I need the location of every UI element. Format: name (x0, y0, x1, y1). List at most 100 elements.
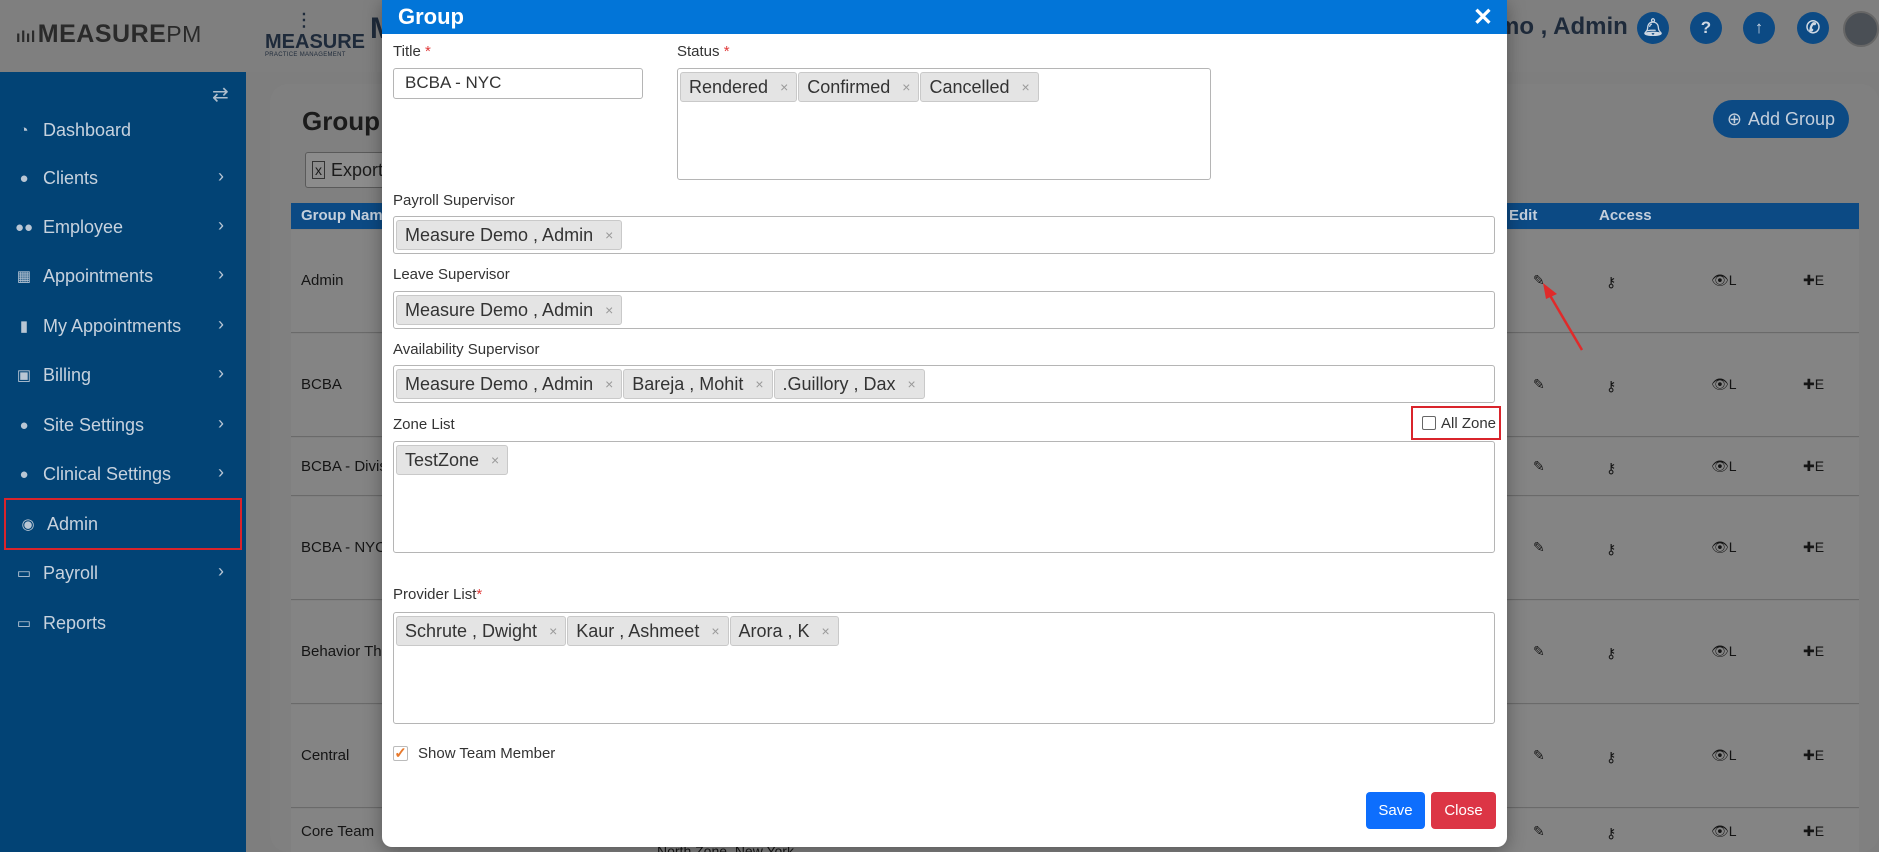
remove-tag-icon[interactable]: × (1022, 79, 1030, 95)
key-icon[interactable]: ⚷ (1606, 460, 1616, 477)
sidebar-item-dashboard[interactable]: ◔ Dashboard (0, 108, 246, 152)
remove-tag-icon[interactable]: × (549, 623, 557, 639)
availability-supervisor-multiselect[interactable]: Measure Demo , Admin × Bareja , Mohit × .Gui… (393, 365, 1495, 403)
remove-tag-icon[interactable]: × (491, 452, 499, 468)
key-icon[interactable]: ⚷ (1606, 378, 1616, 395)
leave-supervisor-multiselect[interactable]: Measure Demo , Admin × (393, 291, 1495, 329)
sidebar-item-clients[interactable]: ● Clients › (0, 156, 246, 200)
sidebar-item-appointments[interactable]: ▦ Appointments › (0, 254, 246, 298)
column-header-group-name[interactable]: Group Nam (301, 207, 383, 224)
remove-tag-icon[interactable]: × (822, 623, 830, 639)
payroll-supervisor-multiselect[interactable]: Measure Demo , Admin × (393, 216, 1495, 254)
money-icon: ▣ (16, 367, 32, 384)
pencil-icon[interactable]: ✎ (1533, 747, 1545, 764)
eye-icon[interactable]: 👁︎L (1711, 539, 1737, 556)
sidebar-item-employee[interactable]: ●● Employee › (0, 205, 246, 249)
book-icon: ▮ (19, 318, 29, 335)
remove-tag-icon[interactable]: × (605, 302, 613, 318)
remove-tag-icon[interactable]: × (755, 376, 763, 392)
status-multiselect[interactable]: Rendered × Confirmed × Cancelled × (677, 68, 1211, 180)
sidebar-item-clinical-settings[interactable]: ● Clinical Settings › (0, 452, 246, 496)
page-title: Group (302, 106, 380, 136)
remove-tag-icon[interactable]: × (711, 623, 719, 639)
avatar[interactable] (1843, 11, 1879, 47)
red-arrow-annotation (1543, 283, 1584, 351)
sidebar-item-reports[interactable]: ▭ Reports (0, 601, 246, 645)
sidebar-item-admin[interactable]: ◉ Admin (4, 498, 242, 550)
provider-list-label: Provider List* (393, 586, 483, 603)
payroll-supervisor-tag: Measure Demo , Admin × (396, 220, 623, 250)
key-icon[interactable]: ⚷ (1606, 825, 1616, 842)
sidebar-item-billing[interactable]: ▣ Billing › (0, 353, 246, 397)
eye-icon[interactable]: 👁︎L (1711, 376, 1737, 393)
measurepm-logo[interactable]: ılılMEASUREPM (16, 20, 202, 49)
plus-icon[interactable]: ✚E (1803, 643, 1824, 660)
checkbox-unchecked[interactable] (1422, 416, 1436, 430)
bell-icon[interactable]: 🔔︎ (1637, 12, 1669, 44)
user-name[interactable]: mo , Admin (1498, 13, 1628, 41)
pencil-icon[interactable]: ✎ (1533, 643, 1545, 660)
eye-icon[interactable]: 👁︎L (1711, 747, 1737, 764)
payroll-supervisor-label: Payroll Supervisor (393, 192, 515, 209)
phone-icon[interactable]: ✆ (1797, 12, 1829, 44)
close-button[interactable]: Close (1431, 792, 1496, 829)
sidebar-item-site-settings[interactable]: ● Site Settings › (0, 403, 246, 447)
eye-icon[interactable]: 👁︎L (1711, 272, 1737, 289)
sidebar-item-my-appointments[interactable]: ▮ My Appointments › (0, 304, 246, 348)
plus-icon[interactable]: ✚E (1803, 823, 1824, 840)
plus-icon[interactable]: ✚E (1803, 747, 1824, 764)
all-zone-checkbox[interactable]: All Zone (1411, 406, 1501, 440)
remove-tag-icon[interactable]: × (908, 376, 916, 392)
pencil-icon[interactable]: ✎ (1533, 458, 1545, 475)
status-tag: Cancelled × (920, 72, 1039, 102)
close-icon[interactable]: ✕ (1473, 3, 1493, 32)
plus-icon[interactable]: ✚E (1803, 272, 1824, 289)
pencil-icon[interactable]: ✎ (1533, 539, 1545, 556)
key-icon[interactable]: ⚷ (1606, 274, 1616, 291)
availability-supervisor-tag: Measure Demo , Admin × (396, 369, 623, 399)
credit-card-icon: ▭ (16, 615, 32, 632)
user-icon: ● (19, 416, 29, 434)
eye-icon[interactable]: 👁︎L (1711, 458, 1737, 475)
sidebar: ⇄ ◔ Dashboard ● Clients › ●● Employee › ▦ Appo… (0, 72, 246, 852)
plus-icon[interactable]: ✚E (1803, 458, 1824, 475)
key-icon[interactable]: ⚷ (1606, 645, 1616, 662)
sidebar-item-payroll[interactable]: ▭ Payroll › (0, 551, 246, 595)
status-tag: Rendered × (680, 72, 798, 102)
leave-supervisor-tag: Measure Demo , Admin × (396, 295, 623, 325)
remove-tag-icon[interactable]: × (780, 79, 788, 95)
title-input[interactable]: BCBA - NYC (393, 68, 643, 99)
user-icon: ● (19, 169, 29, 187)
provider-list-multiselect[interactable]: Schrute , Dwight × Kaur , Ashmeet × Arora , … (393, 612, 1495, 724)
column-header-edit: Edit (1509, 207, 1538, 224)
status-tag: Confirmed × (798, 72, 920, 102)
availability-supervisor-tag: Bareja , Mohit × (623, 369, 773, 399)
sidebar-toggle-icon[interactable]: ⇄ (212, 82, 229, 107)
chevron-right-icon: › (218, 166, 224, 186)
zone-list-multiselect[interactable]: TestZone × (393, 441, 1495, 553)
chevron-right-icon: › (218, 314, 224, 334)
eye-icon[interactable]: 👁︎L (1711, 823, 1737, 840)
remove-tag-icon[interactable]: × (902, 79, 910, 95)
chevron-right-icon: › (218, 215, 224, 235)
key-icon[interactable]: ⚷ (1606, 541, 1616, 558)
remove-tag-icon[interactable]: × (605, 376, 613, 392)
modal-title: Group (398, 4, 464, 29)
save-button[interactable]: Save (1366, 792, 1425, 829)
add-group-button[interactable]: ⊕ Add Group (1713, 100, 1849, 138)
plus-icon[interactable]: ✚E (1803, 376, 1824, 393)
key-icon[interactable]: ⚷ (1606, 749, 1616, 766)
export-button[interactable]: x Export (305, 152, 385, 188)
show-team-member-checkbox[interactable]: ✓ Show Team Member (393, 745, 555, 762)
help-icon[interactable]: ? (1690, 12, 1722, 44)
remove-tag-icon[interactable]: × (605, 227, 613, 243)
upload-icon[interactable]: ↑ (1743, 12, 1775, 44)
eye-icon[interactable]: 👁︎L (1711, 643, 1737, 660)
calendar-icon: ▦ (16, 268, 32, 285)
leave-supervisor-label: Leave Supervisor (393, 266, 510, 283)
plus-icon[interactable]: ✚E (1803, 539, 1824, 556)
checkmark-icon[interactable]: ✓ (393, 746, 408, 761)
pencil-icon[interactable]: ✎ (1533, 823, 1545, 840)
pencil-icon[interactable]: ✎ (1533, 376, 1545, 393)
users-icon: ●● (15, 218, 34, 236)
